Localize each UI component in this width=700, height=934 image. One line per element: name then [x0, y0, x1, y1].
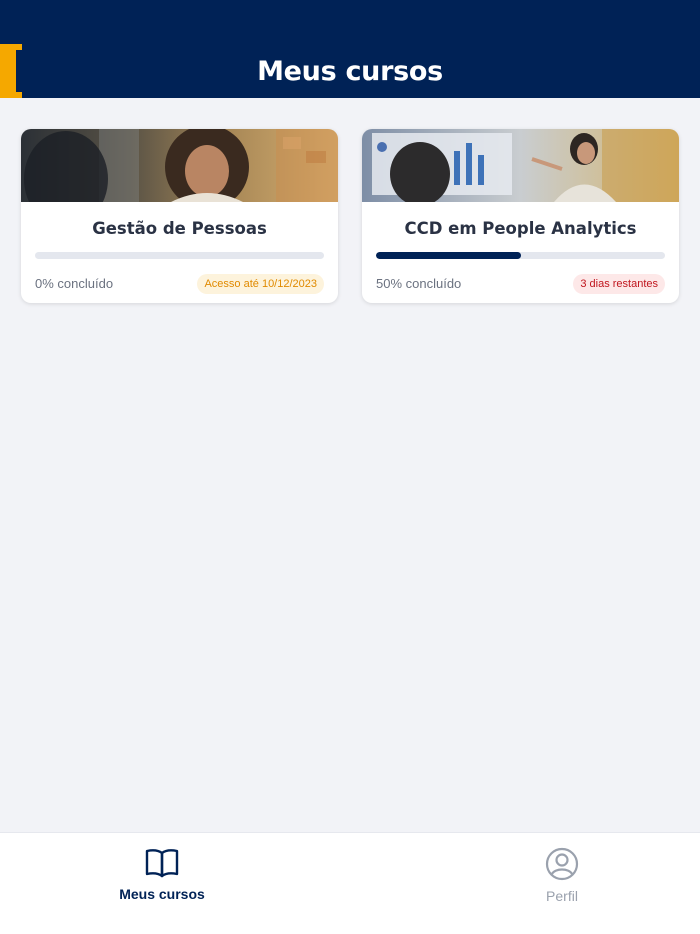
bottom-nav: Meus cursos Perfil: [0, 832, 700, 934]
progress-bar: [376, 252, 665, 259]
progress-fill: [376, 252, 521, 259]
access-badge: Acesso até 10/12/2023: [197, 274, 324, 294]
app-header: Meus cursos: [0, 0, 700, 98]
course-thumbnail: [362, 129, 679, 202]
progress-text: 50% concluído: [376, 276, 462, 291]
course-thumbnail: [21, 129, 338, 202]
nav-label: Perfil: [546, 888, 578, 904]
course-title: CCD em People Analytics: [404, 219, 637, 238]
course-card-ccd-people-analytics[interactable]: CCD em People Analytics 50% concluído 3 …: [362, 129, 679, 303]
book-icon: [82, 847, 242, 879]
nav-label: Meus cursos: [119, 886, 205, 902]
course-title: Gestão de Pessoas: [92, 219, 267, 238]
nav-meus-cursos[interactable]: Meus cursos: [82, 847, 242, 902]
nav-perfil[interactable]: Perfil: [482, 847, 642, 904]
profile-icon: [482, 847, 642, 881]
page-title: Meus cursos: [257, 56, 443, 87]
progress-text: 0% concluído: [35, 276, 114, 291]
course-card-gestao-de-pessoas[interactable]: Gestão de Pessoas 0% concluído Acesso at…: [21, 129, 338, 303]
progress-bar: [35, 252, 324, 259]
deadline-badge: 3 dias restantes: [573, 274, 665, 294]
